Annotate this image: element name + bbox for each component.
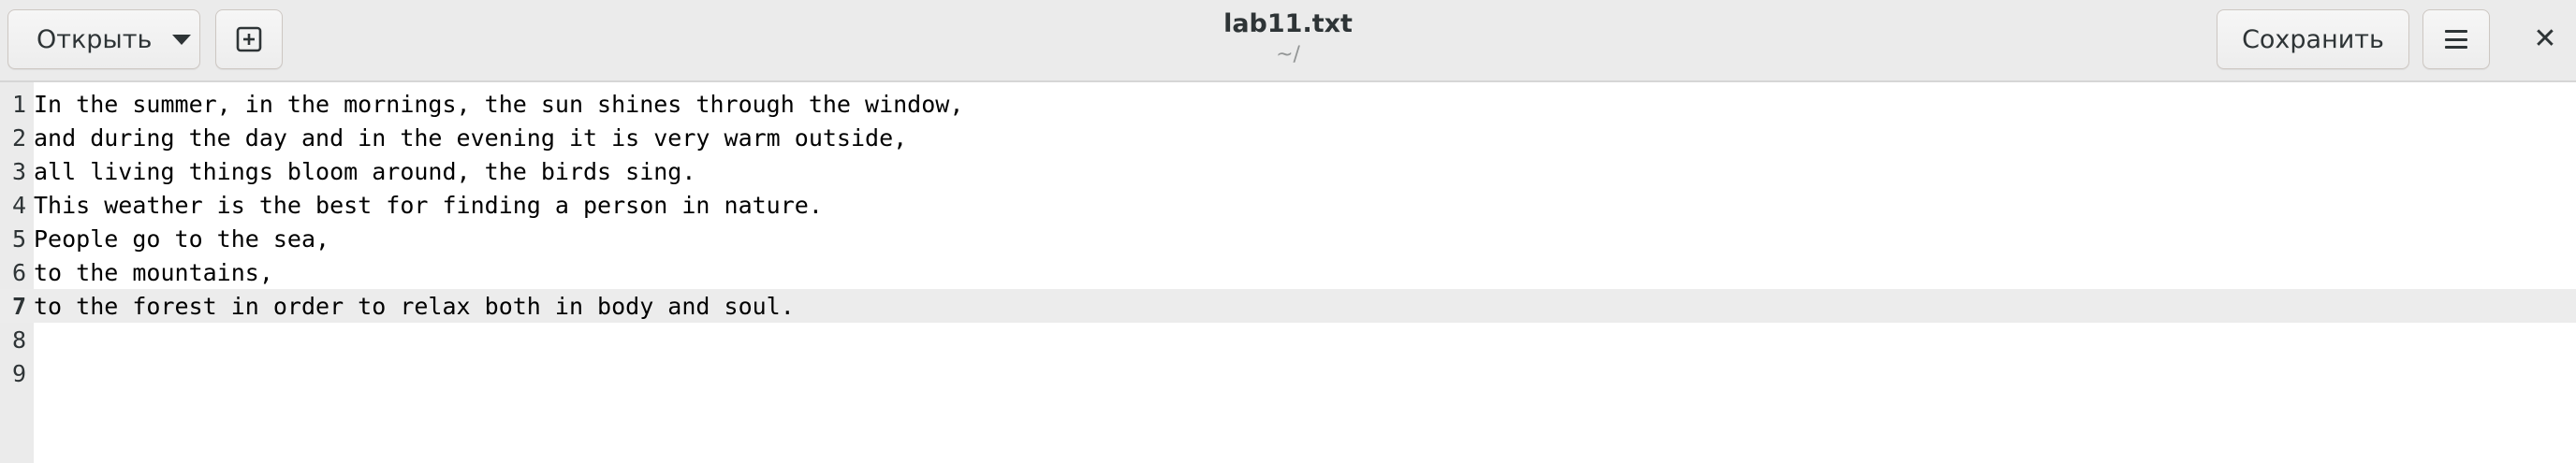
line-text[interactable]: to the forest in order to relax both in … bbox=[30, 293, 795, 320]
menu-button[interactable] bbox=[2422, 9, 2490, 69]
line-text[interactable]: to the mountains, bbox=[30, 259, 273, 286]
line-text[interactable]: This weather is the best for finding a p… bbox=[30, 192, 823, 219]
line-text[interactable]: People go to the sea, bbox=[30, 225, 329, 253]
save-button-label: Сохранить bbox=[2242, 24, 2384, 54]
open-button-label: Открыть bbox=[37, 24, 153, 54]
line-number: 6 bbox=[11, 258, 26, 286]
editor-line[interactable]: 1 In the summer, in the mornings, the sun… bbox=[0, 87, 2576, 121]
open-button[interactable]: Открыть bbox=[7, 9, 200, 69]
line-text[interactable]: In the summer, in the mornings, the sun … bbox=[30, 91, 963, 118]
text-editor[interactable]: 1 In the summer, in the mornings, the sun… bbox=[0, 82, 2576, 463]
close-button[interactable]: ✕ bbox=[2524, 17, 2567, 60]
editor-line[interactable]: 6 to the mountains, bbox=[0, 255, 2576, 289]
line-number: 1 bbox=[11, 90, 26, 118]
text-editor-window: Открыть lab11.txt ~/ Сохранить ✕ 1 In th… bbox=[0, 0, 2576, 463]
editor-line[interactable]: 7 to the forest in order to relax both in… bbox=[0, 289, 2576, 323]
editor-line[interactable]: 2 and during the day and in the evening i… bbox=[0, 121, 2576, 154]
editor-line[interactable]: 8 bbox=[0, 323, 2576, 356]
line-number: 5 bbox=[11, 224, 26, 253]
chevron-down-icon bbox=[172, 34, 192, 45]
line-number: 8 bbox=[11, 326, 26, 354]
new-tab-button[interactable] bbox=[215, 9, 283, 69]
header-bar: Открыть lab11.txt ~/ Сохранить ✕ bbox=[0, 0, 2576, 82]
title-block: lab11.txt ~/ bbox=[1101, 7, 1475, 69]
line-number: 4 bbox=[11, 191, 26, 219]
editor-line[interactable]: 9 bbox=[0, 356, 2576, 390]
line-number: 3 bbox=[11, 157, 26, 185]
hamburger-menu-icon bbox=[2445, 30, 2467, 49]
line-number: 7 bbox=[11, 292, 26, 320]
line-number: 9 bbox=[11, 359, 26, 387]
document-path: ~/ bbox=[1276, 43, 1300, 66]
save-button[interactable]: Сохранить bbox=[2217, 9, 2409, 69]
close-icon: ✕ bbox=[2533, 22, 2557, 55]
line-text[interactable]: all living things bloom around, the bird… bbox=[30, 158, 695, 185]
editor-lines: 1 In the summer, in the mornings, the sun… bbox=[0, 87, 2576, 390]
document-title: lab11.txt bbox=[1223, 9, 1353, 38]
editor-line[interactable]: 5 People go to the sea, bbox=[0, 222, 2576, 255]
new-tab-icon bbox=[236, 26, 262, 52]
editor-line[interactable]: 4 This weather is the best for finding a … bbox=[0, 188, 2576, 222]
line-text[interactable]: and during the day and in the evening it… bbox=[30, 124, 907, 152]
line-number: 2 bbox=[11, 123, 26, 152]
editor-line[interactable]: 3 all living things bloom around, the bir… bbox=[0, 154, 2576, 188]
